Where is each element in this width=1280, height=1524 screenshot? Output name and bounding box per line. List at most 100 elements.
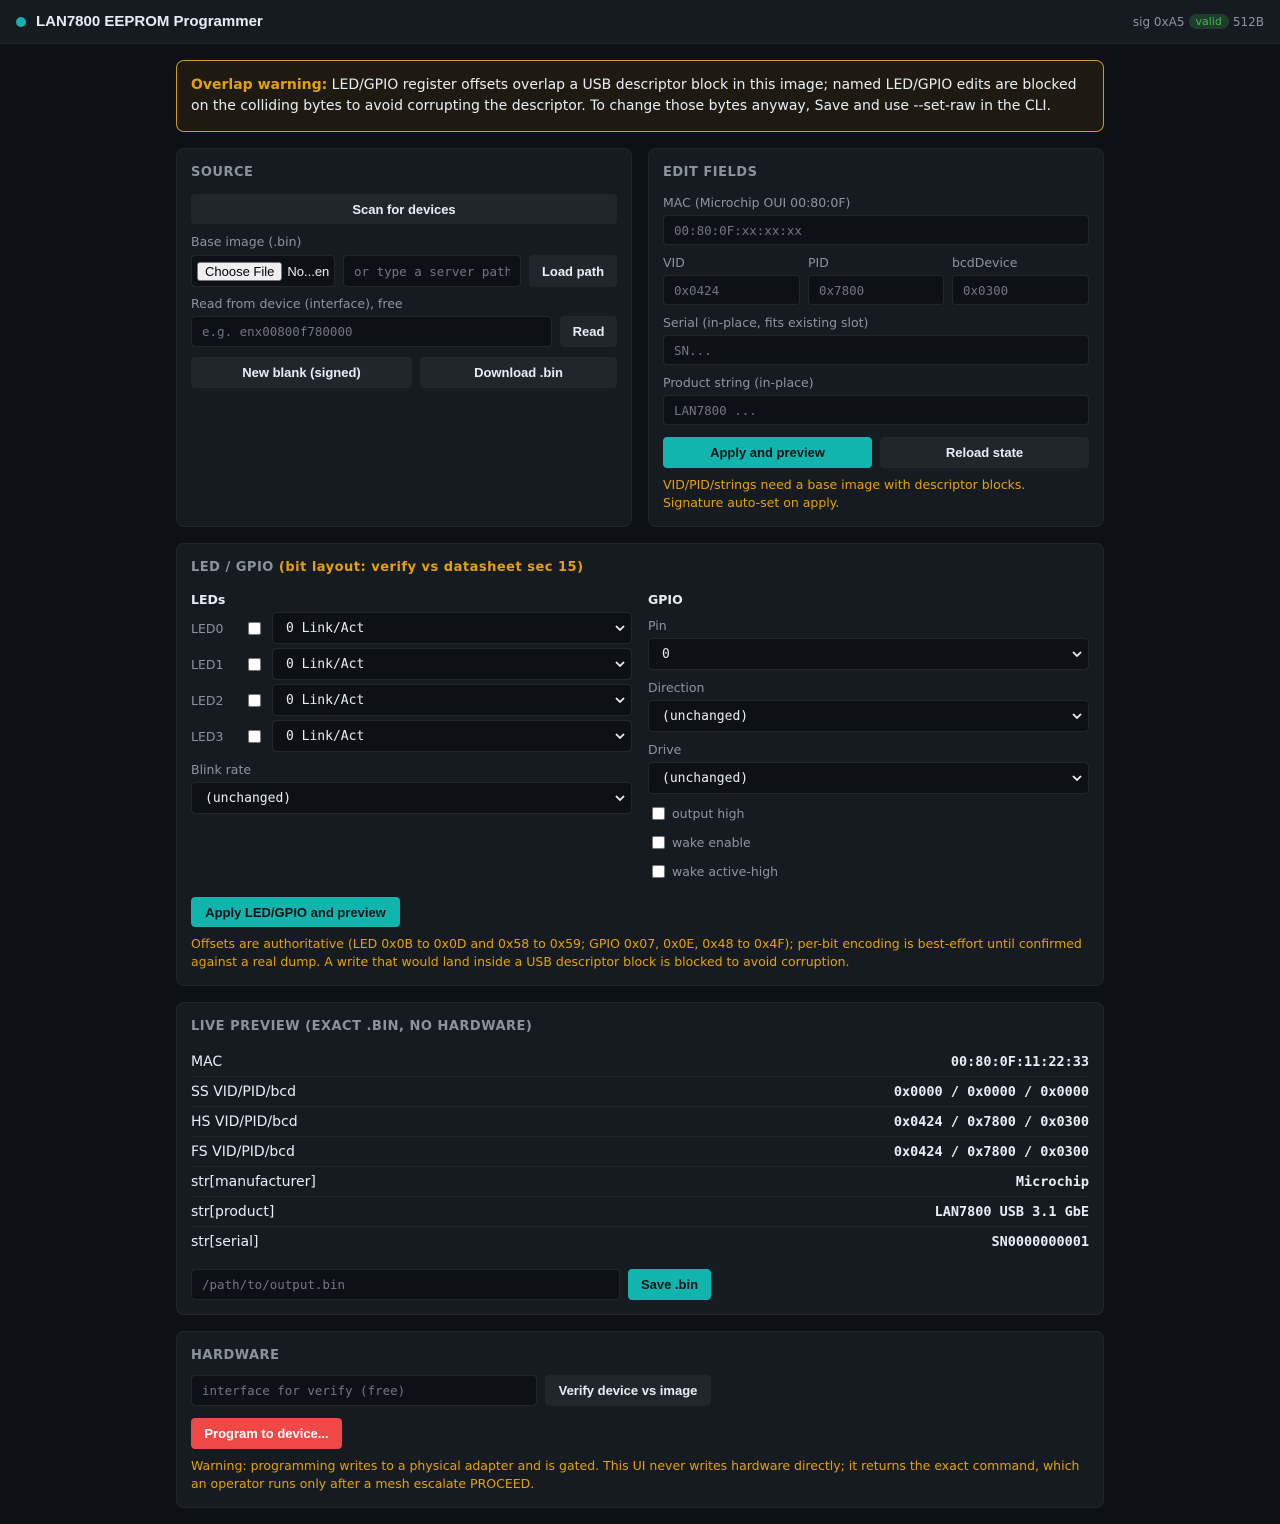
header-status: sig 0xA5 valid 512B: [1133, 14, 1264, 29]
led-gpio-title-note: (bit layout: verify vs datasheet sec 15): [278, 560, 584, 575]
output-high-label: output high: [672, 806, 745, 821]
preview-key: str[product]: [191, 1203, 275, 1220]
output-path-input[interactable]: [191, 1269, 620, 1300]
app-title: LAN7800 EEPROM Programmer: [36, 13, 263, 30]
preview-row: str[manufacturer] Microchip: [191, 1167, 1089, 1197]
drive-label: Drive: [648, 742, 682, 757]
chevron-down-icon: [615, 795, 625, 802]
download-bin-button[interactable]: Download .bin: [420, 357, 617, 388]
wake-active-high-label: wake active-high: [672, 864, 779, 879]
choose-file-button[interactable]: Choose File: [197, 261, 283, 281]
led3-label: LED3: [191, 729, 224, 744]
edit-fields-card: EDIT FIELDS MAC (Microchip OUI 00:80:0F)…: [648, 148, 1104, 527]
led2-label: LED2: [191, 693, 224, 708]
apply-led-gpio-button[interactable]: Apply LED/GPIO and preview: [191, 897, 400, 927]
base-image-label: Base image (.bin): [191, 234, 302, 249]
led1-label: LED1: [191, 657, 224, 672]
gpio-drive-select[interactable]: (unchanged): [648, 762, 1089, 794]
load-path-button[interactable]: Load path: [529, 255, 617, 287]
reload-state-button[interactable]: Reload state: [880, 437, 1089, 468]
verify-device-button[interactable]: Verify device vs image: [545, 1375, 711, 1406]
preview-value: SN0000000001: [991, 1234, 1089, 1250]
gpio-direction-value: (unchanged): [662, 708, 749, 724]
vid-label: VID: [663, 255, 685, 270]
product-string-input[interactable]: [663, 395, 1089, 425]
edit-fields-title: EDIT FIELDS: [663, 165, 758, 180]
pid-input[interactable]: [808, 275, 944, 305]
vid-input[interactable]: [663, 275, 800, 305]
led-gpio-title: LED / GPIO (bit layout: verify vs datash…: [191, 560, 584, 575]
gpio-direction-select[interactable]: (unchanged): [648, 700, 1089, 732]
led-gpio-card: LED / GPIO (bit layout: verify vs datash…: [176, 543, 1104, 986]
preview-row: MAC 00:80:0F:11:22:33: [191, 1047, 1089, 1077]
mac-input[interactable]: [663, 215, 1089, 245]
led2-mode-value: 0 Link/Act: [286, 692, 365, 708]
overlap-warning: Overlap warning: LED/GPIO register offse…: [176, 60, 1104, 132]
top-bar: LAN7800 EEPROM Programmer sig 0xA5 valid…: [0, 0, 1280, 44]
save-bin-button[interactable]: Save .bin: [628, 1269, 711, 1300]
preview-row: str[serial] SN0000000001: [191, 1227, 1089, 1257]
blink-rate-select[interactable]: (unchanged): [191, 782, 632, 814]
live-preview-card: LIVE PREVIEW (EXACT .BIN, NO HARDWARE) M…: [176, 1002, 1104, 1315]
new-blank-button[interactable]: New blank (signed): [191, 357, 412, 388]
read-button[interactable]: Read: [560, 316, 617, 347]
led3-mode-select[interactable]: 0 Link/Act: [272, 720, 632, 752]
leds-heading: LEDs: [191, 592, 226, 607]
preview-row: str[product] LAN7800 USB 3.1 GbE: [191, 1197, 1089, 1227]
wake-enable-checkbox[interactable]: [652, 836, 665, 849]
output-high-option[interactable]: output high: [652, 806, 744, 821]
preview-value: 0x0424 / 0x7800 / 0x0300: [893, 1113, 1089, 1130]
preview-key: MAC: [191, 1053, 223, 1070]
chevron-down-icon: [615, 697, 625, 704]
preview-key: FS VID/PID/bcd: [191, 1143, 295, 1160]
image-size-text: 512B: [1232, 14, 1264, 29]
output-high-checkbox[interactable]: [652, 807, 665, 820]
chevron-down-icon: [615, 733, 625, 740]
product-string-label: Product string (in-place): [663, 375, 814, 390]
live-preview-title: LIVE PREVIEW (EXACT .BIN, NO HARDWARE): [191, 1019, 533, 1034]
source-title: SOURCE: [191, 165, 254, 180]
bcd-device-input[interactable]: [952, 275, 1089, 305]
chevron-down-icon: [1072, 775, 1082, 782]
scan-devices-button[interactable]: Scan for devices: [191, 194, 617, 224]
chevron-down-icon: [1072, 651, 1082, 658]
blink-rate-value: (unchanged): [205, 790, 292, 806]
preview-value: LAN7800 USB 3.1 GbE: [934, 1203, 1089, 1220]
hardware-warning-note: Warning: programming writes to a physica…: [191, 1458, 1080, 1491]
read-interface-input[interactable]: [191, 316, 552, 347]
led3-checkbox[interactable]: [248, 730, 261, 743]
led0-label: LED0: [191, 621, 224, 636]
led-gpio-note: Offsets are authoritative (LED 0x0B to 0…: [191, 936, 1082, 969]
pin-label: Pin: [648, 618, 667, 633]
led3-mode-value: 0 Link/Act: [286, 728, 365, 744]
wake-enable-option[interactable]: wake enable: [652, 835, 751, 850]
base-image-file-input[interactable]: Choose File No...en: [191, 255, 335, 287]
serial-input[interactable]: [663, 335, 1089, 365]
overlap-warning-label: Overlap warning:: [191, 77, 328, 93]
mac-label: MAC (Microchip OUI 00:80:0F): [663, 195, 851, 210]
wake-active-high-checkbox[interactable]: [652, 865, 665, 878]
led0-mode-value: 0 Link/Act: [286, 620, 365, 636]
led2-checkbox[interactable]: [248, 694, 261, 707]
preview-key: str[manufacturer]: [191, 1173, 316, 1190]
status-dot-icon: [16, 16, 26, 27]
gpio-pin-select[interactable]: 0: [648, 638, 1089, 670]
preview-value: 0x0424 / 0x7800 / 0x0300: [893, 1143, 1089, 1160]
led1-mode-select[interactable]: 0 Link/Act: [272, 648, 632, 680]
led2-mode-select[interactable]: 0 Link/Act: [272, 684, 632, 716]
led1-mode-value: 0 Link/Act: [286, 656, 365, 672]
led1-checkbox[interactable]: [248, 658, 261, 671]
led-gpio-title-text: LED / GPIO: [191, 560, 274, 575]
server-path-input[interactable]: [343, 255, 521, 287]
preview-key: SS VID/PID/bcd: [191, 1083, 296, 1100]
apply-preview-button[interactable]: Apply and preview: [663, 437, 872, 468]
pid-label: PID: [808, 255, 829, 270]
preview-value: Microchip: [1015, 1173, 1089, 1190]
led0-checkbox[interactable]: [248, 622, 261, 635]
edit-fields-note: VID/PID/strings need a base image with d…: [663, 477, 1026, 510]
preview-key: HS VID/PID/bcd: [191, 1113, 298, 1130]
program-device-button[interactable]: Program to device...: [191, 1418, 342, 1449]
led0-mode-select[interactable]: 0 Link/Act: [272, 612, 632, 644]
wake-active-high-option[interactable]: wake active-high: [652, 864, 778, 879]
verify-interface-input[interactable]: [191, 1375, 537, 1406]
